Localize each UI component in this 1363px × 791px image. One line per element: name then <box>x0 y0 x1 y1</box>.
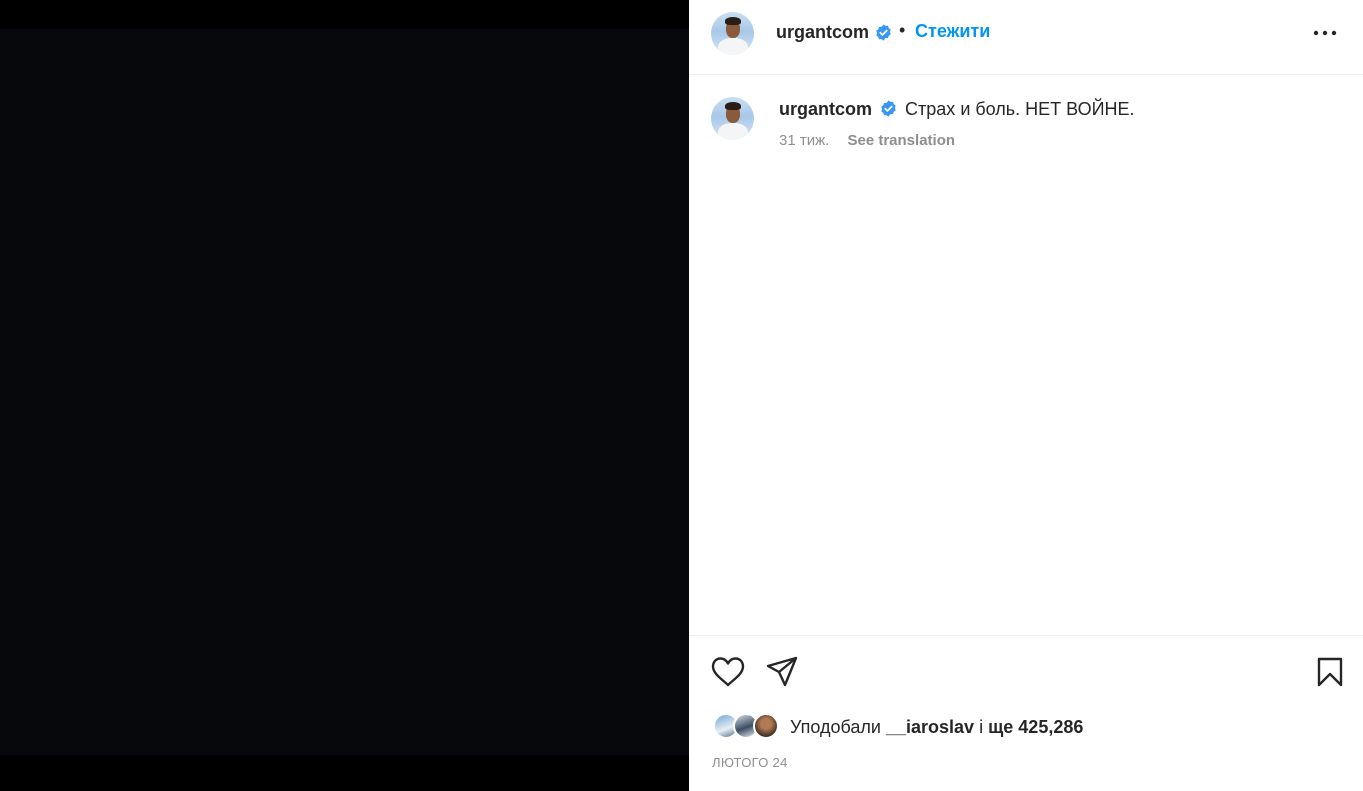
post-time-ago[interactable]: 31 тиж. <box>779 132 829 149</box>
likes-conjunction: і <box>979 717 984 737</box>
separator-dot: • <box>899 20 906 40</box>
caption: urgantcom Страх и боль. НЕТ ВОЙНЕ. <box>779 99 1135 120</box>
see-translation-button[interactable]: See translation <box>847 132 955 149</box>
paper-plane-icon[interactable] <box>766 656 798 688</box>
verified-badge-icon <box>876 24 891 41</box>
heart-icon[interactable] <box>711 656 745 688</box>
author-avatar[interactable] <box>711 12 754 55</box>
caption-text: Страх и боль. НЕТ ВОЙНЕ. <box>905 99 1135 119</box>
post-header: urgantcom • Стежити <box>689 0 1363 75</box>
more-options-icon[interactable] <box>1312 22 1338 44</box>
caption-section: urgantcom Страх и боль. НЕТ ВОЙНЕ. 31 ти… <box>689 76 1363 635</box>
likes-text: Уподобали __iaroslav і ще 425,286 <box>790 717 1083 738</box>
verified-badge-icon <box>881 100 896 117</box>
post-date: лютого 24 <box>712 755 788 770</box>
caption-author-avatar[interactable] <box>711 97 754 140</box>
likes-summary: Уподобали __iaroslav і ще 425,286 <box>713 713 1353 741</box>
bookmark-icon[interactable] <box>1316 657 1344 687</box>
author-username[interactable]: urgantcom <box>776 22 869 43</box>
liked-by-user[interactable]: __iaroslav <box>886 717 974 737</box>
post-side-panel: urgantcom • Стежити urgantcom Страх и бо… <box>689 0 1363 791</box>
media-video-area[interactable] <box>0 29 689 755</box>
likes-count[interactable]: ще 425,286 <box>988 717 1083 737</box>
caption-username[interactable]: urgantcom <box>779 99 872 119</box>
post-media[interactable] <box>0 0 689 791</box>
liker-avatar[interactable] <box>753 713 779 739</box>
caption-meta: 31 тиж. See translation <box>779 132 955 149</box>
post-actions: Уподобали __iaroslav і ще 425,286 лютого… <box>689 635 1363 791</box>
follow-button[interactable]: Стежити <box>915 21 990 42</box>
likes-prefix: Уподобали <box>790 717 881 737</box>
